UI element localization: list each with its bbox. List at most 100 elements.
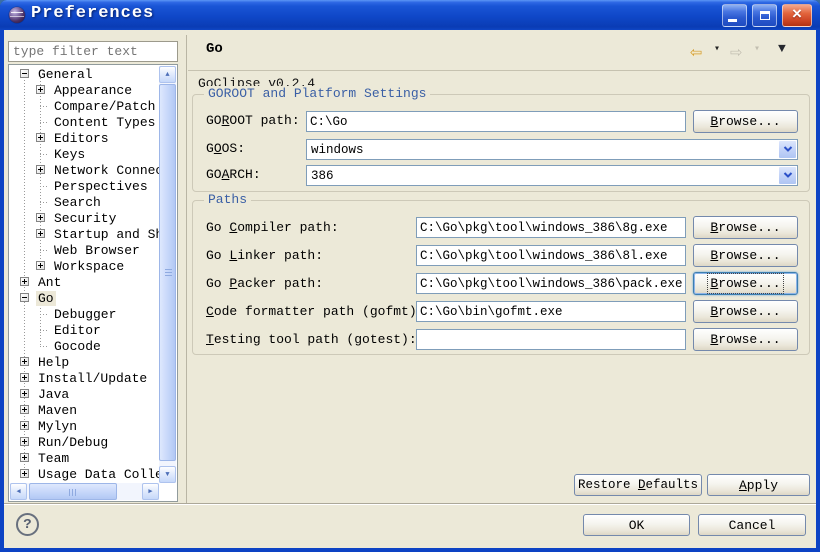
panel-divider[interactable] bbox=[186, 35, 187, 503]
tree-item-label[interactable]: Startup and Shu bbox=[52, 227, 159, 242]
tree-item-label[interactable]: Perspectives bbox=[52, 179, 150, 194]
horizontal-scroll-thumb[interactable] bbox=[29, 483, 117, 500]
tree-item-keys[interactable]: Keys bbox=[10, 146, 159, 162]
expand-plus-icon[interactable] bbox=[20, 469, 29, 478]
expand-plus-icon[interactable] bbox=[20, 277, 29, 286]
expand-plus-icon[interactable] bbox=[20, 389, 29, 398]
tree-horizontal-scrollbar[interactable]: ◀ ▶ bbox=[10, 483, 159, 500]
collapse-minus-icon[interactable] bbox=[20, 293, 29, 302]
tree-item-usage-data-collect[interactable]: Usage Data Collect bbox=[10, 466, 159, 482]
tree-item-label[interactable]: General bbox=[36, 67, 95, 82]
tree-item-help[interactable]: Help bbox=[10, 354, 159, 370]
tree-item-label[interactable]: Run/Debug bbox=[36, 435, 110, 450]
tree-item-label[interactable]: Security bbox=[52, 211, 118, 226]
expand-plus-icon[interactable] bbox=[20, 437, 29, 446]
tree-item-label[interactable]: Editors bbox=[52, 131, 111, 146]
tree-item-debugger[interactable]: Debugger bbox=[10, 306, 159, 322]
expand-plus-icon[interactable] bbox=[20, 405, 29, 414]
minimize-button[interactable] bbox=[722, 4, 747, 27]
browse-button[interactable]: Browse... bbox=[693, 272, 798, 295]
path-input[interactable] bbox=[416, 301, 686, 322]
scroll-right-icon[interactable]: ▶ bbox=[142, 483, 159, 500]
browse-button[interactable]: Browse... bbox=[693, 328, 798, 351]
tree-item-label[interactable]: Gocode bbox=[52, 339, 103, 354]
tree-item-label[interactable]: Editor bbox=[52, 323, 103, 338]
tree-item-label[interactable]: Search bbox=[52, 195, 103, 210]
tree-item-label[interactable]: Compare/Patch bbox=[52, 99, 157, 114]
tree-item-appearance[interactable]: Appearance bbox=[10, 82, 159, 98]
tree-item-editor[interactable]: Editor bbox=[10, 322, 159, 338]
tree-item-maven[interactable]: Maven bbox=[10, 402, 159, 418]
goos-combo-dropdown-button[interactable] bbox=[779, 141, 796, 158]
tree-item-label[interactable]: Debugger bbox=[52, 307, 118, 322]
goarch-combo-dropdown-button[interactable] bbox=[779, 167, 796, 184]
tree-item-network-connect[interactable]: Network Connect bbox=[10, 162, 159, 178]
collapse-minus-icon[interactable] bbox=[20, 69, 29, 78]
apply-button[interactable]: Apply bbox=[707, 474, 810, 496]
tree-item-ant[interactable]: Ant bbox=[10, 274, 159, 290]
goroot-browse-button[interactable]: Browse... bbox=[693, 110, 798, 133]
goroot-path-input[interactable] bbox=[306, 111, 686, 132]
back-history-dropdown-icon[interactable]: ▾ bbox=[714, 43, 720, 55]
tree-item-web-browser[interactable]: Web Browser bbox=[10, 242, 159, 258]
tree-item-gocode[interactable]: Gocode bbox=[10, 338, 159, 354]
tree-item-mylyn[interactable]: Mylyn bbox=[10, 418, 159, 434]
goarch-combo[interactable]: 386 bbox=[306, 165, 798, 186]
help-button[interactable]: ? bbox=[16, 513, 39, 536]
expand-plus-icon[interactable] bbox=[20, 421, 29, 430]
expand-plus-icon[interactable] bbox=[36, 213, 45, 222]
tree-item-java[interactable]: Java bbox=[10, 386, 159, 402]
expand-plus-icon[interactable] bbox=[36, 165, 45, 174]
view-menu-icon[interactable]: ▼ bbox=[778, 41, 786, 56]
expand-plus-icon[interactable] bbox=[20, 453, 29, 462]
path-input[interactable] bbox=[416, 329, 686, 350]
tree-item-label[interactable]: Java bbox=[36, 387, 71, 402]
tree-item-go[interactable]: Go bbox=[10, 290, 159, 306]
tree-item-label[interactable]: Network Connect bbox=[52, 163, 159, 178]
tree-item-workspace[interactable]: Workspace bbox=[10, 258, 159, 274]
filter-input[interactable] bbox=[8, 41, 178, 62]
browse-button[interactable]: Browse... bbox=[693, 244, 798, 267]
tree-item-label[interactable]: Usage Data Collect bbox=[36, 467, 159, 482]
tree-item-general[interactable]: General bbox=[10, 66, 159, 82]
tree-item-label[interactable]: Keys bbox=[52, 147, 87, 162]
tree-item-run-debug[interactable]: Run/Debug bbox=[10, 434, 159, 450]
expand-plus-icon[interactable] bbox=[36, 229, 45, 238]
back-arrow-icon[interactable]: ⇦ bbox=[690, 39, 702, 65]
browse-button[interactable]: Browse... bbox=[693, 216, 798, 239]
close-button[interactable]: × bbox=[782, 4, 812, 27]
path-input[interactable] bbox=[416, 273, 686, 294]
tree-item-label[interactable]: Mylyn bbox=[36, 419, 79, 434]
tree-item-label[interactable]: Appearance bbox=[52, 83, 134, 98]
tree-item-install-update[interactable]: Install/Update bbox=[10, 370, 159, 386]
cancel-button[interactable]: Cancel bbox=[698, 514, 806, 536]
tree-item-label[interactable]: Workspace bbox=[52, 259, 126, 274]
tree-item-label[interactable]: Maven bbox=[36, 403, 79, 418]
tree-item-label[interactable]: Help bbox=[36, 355, 71, 370]
expand-plus-icon[interactable] bbox=[36, 261, 45, 270]
tree-item-team[interactable]: Team bbox=[10, 450, 159, 466]
goos-combo[interactable]: windows bbox=[306, 139, 798, 160]
tree-item-label[interactable]: Team bbox=[36, 451, 71, 466]
tree-item-search[interactable]: Search bbox=[10, 194, 159, 210]
restore-defaults-button[interactable]: Restore Defaults bbox=[574, 474, 702, 496]
expand-plus-icon[interactable] bbox=[20, 357, 29, 366]
scroll-down-icon[interactable]: ▼ bbox=[159, 466, 176, 483]
ok-button[interactable]: OK bbox=[583, 514, 690, 536]
expand-plus-icon[interactable] bbox=[36, 85, 45, 94]
path-input[interactable] bbox=[416, 245, 686, 266]
tree-vertical-scrollbar[interactable]: ▲ ▼ bbox=[159, 66, 176, 483]
tree-item-label[interactable]: Content Types bbox=[52, 115, 157, 130]
tree-item-compare-patch[interactable]: Compare/Patch bbox=[10, 98, 159, 114]
expand-plus-icon[interactable] bbox=[20, 373, 29, 382]
expand-plus-icon[interactable] bbox=[36, 133, 45, 142]
tree-item-content-types[interactable]: Content Types bbox=[10, 114, 159, 130]
tree-item-security[interactable]: Security bbox=[10, 210, 159, 226]
tree-item-editors[interactable]: Editors bbox=[10, 130, 159, 146]
tree-item-startup-and-shu[interactable]: Startup and Shu bbox=[10, 226, 159, 242]
tree-item-label[interactable]: Web Browser bbox=[52, 243, 142, 258]
scroll-up-icon[interactable]: ▲ bbox=[159, 66, 176, 83]
tree-item-label[interactable]: Install/Update bbox=[36, 371, 149, 386]
path-input[interactable] bbox=[416, 217, 686, 238]
scroll-left-icon[interactable]: ◀ bbox=[10, 483, 27, 500]
